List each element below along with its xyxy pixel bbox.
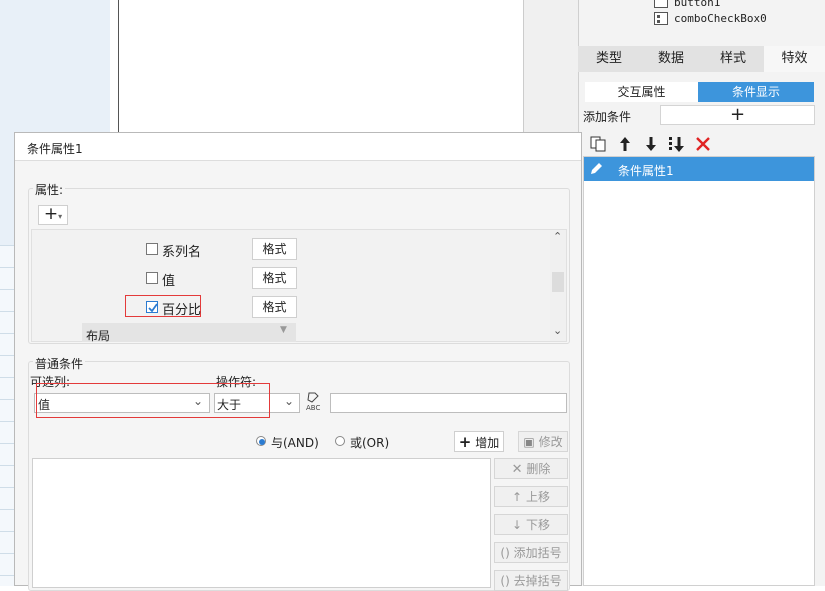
tab-type[interactable]: 类型 <box>578 46 640 72</box>
dialog-title-bar: 条件属性1 <box>15 133 581 161</box>
copy-icon[interactable] <box>589 135 609 153</box>
add-condition-label: 添加条件 <box>583 110 632 124</box>
plus-icon: + <box>43 204 59 224</box>
scroll-up-icon[interactable]: ⌃ <box>553 230 562 243</box>
remove-bracket-button[interactable]: () 去掉括号 <box>494 570 568 591</box>
canvas-scroll-strip <box>523 0 579 132</box>
combo-widget-icon <box>654 12 668 25</box>
tab-effects[interactable]: 特效 <box>764 46 825 72</box>
button-widget-icon <box>654 0 668 8</box>
scroll-down-icon[interactable]: ⌄ <box>553 324 562 337</box>
move-up-button[interactable]: ↑ 上移 <box>494 486 568 507</box>
value-checkbox[interactable] <box>146 272 158 284</box>
move-bottom-icon[interactable] <box>668 135 686 153</box>
delete-condition-button[interactable]: ✕ 删除 <box>494 458 568 479</box>
tree-item-combocheckbox0[interactable]: comboCheckBox0 <box>674 12 767 25</box>
chevron-down-icon: ⌄ <box>284 394 295 408</box>
value-label: 值 <box>162 274 176 289</box>
move-down-icon[interactable] <box>643 135 659 153</box>
arrow-down-icon: ↓ <box>512 518 523 532</box>
series-name-checkbox[interactable] <box>146 243 158 255</box>
scrollbar-thumb[interactable] <box>552 272 564 292</box>
plus-icon: + <box>729 104 746 125</box>
highlight-box-condition <box>36 383 270 418</box>
formula-icon[interactable]: ABC <box>305 391 327 413</box>
edit-pencil-icon <box>591 163 602 174</box>
arrow-up-icon: ↑ <box>512 490 523 504</box>
move-up-icon[interactable] <box>617 135 633 153</box>
svg-text:ABC: ABC <box>306 404 320 412</box>
tab-style[interactable]: 样式 <box>702 46 764 72</box>
value-input[interactable] <box>330 393 567 413</box>
and-radio[interactable] <box>256 436 266 446</box>
add-attribute-button[interactable]: +▾ <box>38 205 68 225</box>
attributes-group-label: 属性: <box>33 181 66 198</box>
percent-checkbox[interactable] <box>146 301 158 313</box>
condition-list-area[interactable] <box>32 458 491 588</box>
or-radio[interactable] <box>335 436 345 446</box>
design-canvas <box>118 0 523 132</box>
series-name-label: 系列名 <box>162 245 202 260</box>
condition-list[interactable] <box>583 156 815 586</box>
bracket-icon: () <box>500 546 510 560</box>
dialog-title: 条件属性1 <box>27 142 83 156</box>
chevron-down-icon: ▼ <box>280 325 287 335</box>
add-condition-button[interactable]: + <box>660 105 815 125</box>
x-icon: ✕ <box>511 462 523 477</box>
or-label: 或(OR) <box>350 436 390 450</box>
and-label: 与(AND) <box>271 436 319 450</box>
percent-label: 百分比 <box>162 303 202 318</box>
report-grid <box>0 245 14 586</box>
attributes-scrollbar[interactable]: ⌃ ⌄ <box>550 230 566 341</box>
property-tabs: 类型 数据 样式 特效 <box>578 46 825 72</box>
tab-data[interactable]: 数据 <box>640 46 702 72</box>
add-condition-row-button[interactable]: + 增加 <box>454 431 504 452</box>
series-name-format-button[interactable]: 格式 <box>252 238 297 260</box>
plus-icon: + <box>458 433 472 451</box>
subtab-conditional-display[interactable]: 条件显示 <box>698 82 814 102</box>
percent-format-button[interactable]: 格式 <box>252 296 297 318</box>
conditions-group-label: 普通条件 <box>33 355 86 372</box>
layout-label: 布局 <box>86 329 111 343</box>
subtab-interaction[interactable]: 交互属性 <box>585 82 698 102</box>
modify-icon: ▣ <box>523 435 535 449</box>
check-icon <box>148 303 158 313</box>
tree-item-button1[interactable]: button1 <box>674 0 720 9</box>
move-down-button[interactable]: ↓ 下移 <box>494 514 568 535</box>
list-item-label: 条件属性1 <box>618 164 674 178</box>
add-bracket-button[interactable]: () 添加括号 <box>494 542 568 563</box>
list-item-selected[interactable]: 条件属性1 <box>584 157 814 181</box>
value-format-button[interactable]: 格式 <box>252 267 297 289</box>
delete-icon[interactable] <box>695 135 711 153</box>
layout-row[interactable]: 布局 ▼ <box>82 323 296 343</box>
modify-button[interactable]: ▣ 修改 <box>518 431 568 452</box>
